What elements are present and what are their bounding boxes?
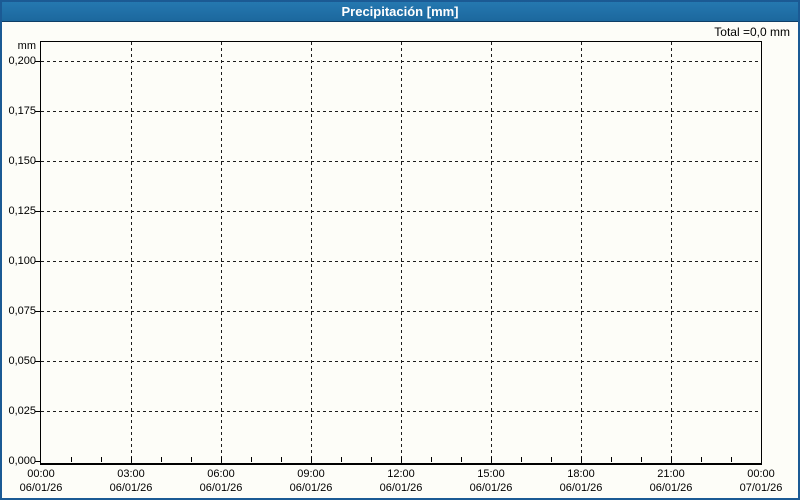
x-tick-label: 00:00 06/01/26: [2, 467, 86, 495]
x-gridline: [491, 42, 492, 463]
x-gridline: [221, 42, 222, 463]
x-gridline: [581, 42, 582, 463]
y-tick-label: 0,125: [8, 205, 36, 217]
y-tick-label: 0,075: [8, 305, 36, 317]
x-axis-minor-tick: [731, 457, 732, 462]
x-tick-time: 03:00: [117, 468, 145, 480]
x-axis-minor-tick: [461, 457, 462, 462]
x-axis-minor-tick: [431, 457, 432, 462]
x-axis-minor-tick: [101, 457, 102, 462]
x-tick-time: 21:00: [657, 468, 685, 480]
x-gridline: [401, 42, 402, 463]
x-axis-minor-tick: [491, 457, 492, 462]
x-axis-minor-tick: [131, 457, 132, 462]
x-tick-label: 09:00 06/01/26: [266, 467, 356, 495]
y-tick-label: 0,200: [8, 55, 36, 67]
x-axis-minor-tick: [551, 457, 552, 462]
x-axis-minor-tick: [581, 457, 582, 462]
chart-panel: Precipitación [mm] Total =0,0 mm mm 0,20…: [0, 0, 800, 500]
y-axis-unit-label: mm: [17, 40, 36, 52]
x-axis-minor-tick: [221, 457, 222, 462]
x-tick-time: 00:00: [747, 468, 775, 480]
x-tick-date: 06/01/26: [649, 482, 693, 494]
x-tick-date: 06/01/26: [469, 482, 513, 494]
x-tick-label: 12:00 06/01/26: [356, 467, 446, 495]
x-axis-minor-tick: [641, 457, 642, 462]
total-annotation: Total =0,0 mm: [714, 25, 790, 39]
x-tick-label: 18:00 06/01/26: [536, 467, 626, 495]
x-gridline: [311, 42, 312, 463]
x-axis-minor-tick: [311, 457, 312, 462]
x-axis-minor-tick: [161, 457, 162, 462]
x-axis-minor-tick: [611, 457, 612, 462]
x-tick-date: 06/01/26: [289, 482, 333, 494]
x-tick-date: 06/01/26: [19, 482, 63, 494]
y-tick-label: 0,025: [8, 405, 36, 417]
x-gridline: [131, 42, 132, 463]
x-axis-minor-tick: [371, 457, 372, 462]
chart-title-bar: Precipitación [mm]: [2, 2, 798, 22]
x-tick-time: 12:00: [387, 468, 415, 480]
x-tick-date: 07/01/26: [739, 482, 783, 494]
x-axis-minor-tick: [341, 457, 342, 462]
y-tick-label: 0,175: [8, 105, 36, 117]
chart-title: Precipitación [mm]: [341, 4, 459, 19]
x-tick-date: 06/01/26: [559, 482, 603, 494]
x-tick-time: 15:00: [477, 468, 505, 480]
x-axis-minor-tick: [251, 457, 252, 462]
x-axis-minor-tick: [281, 457, 282, 462]
x-axis-minor-tick: [671, 457, 672, 462]
x-tick-time: 18:00: [567, 468, 595, 480]
x-axis-minor-tick: [191, 457, 192, 462]
x-tick-time: 00:00: [27, 468, 55, 480]
x-axis-minor-tick: [701, 457, 702, 462]
x-tick-label: 06:00 06/01/26: [176, 467, 266, 495]
y-tick-label: 0,150: [8, 155, 36, 167]
y-tick-label: 0,100: [8, 255, 36, 267]
x-tick-date: 06/01/26: [109, 482, 153, 494]
x-tick-time: 09:00: [297, 468, 325, 480]
x-axis-minor-tick: [71, 457, 72, 462]
x-axis-minor-tick: [521, 457, 522, 462]
x-tick-label: 21:00 06/01/26: [626, 467, 716, 495]
x-axis-minor-tick: [401, 457, 402, 462]
x-tick-label: 15:00 06/01/26: [446, 467, 536, 495]
x-tick-label: 00:00 07/01/26: [716, 467, 798, 495]
x-tick-time: 06:00: [207, 468, 235, 480]
x-tick-date: 06/01/26: [379, 482, 423, 494]
x-tick-label: 03:00 06/01/26: [86, 467, 176, 495]
y-tick-label: 0,050: [8, 355, 36, 367]
x-tick-date: 06/01/26: [199, 482, 243, 494]
x-gridline: [671, 42, 672, 463]
